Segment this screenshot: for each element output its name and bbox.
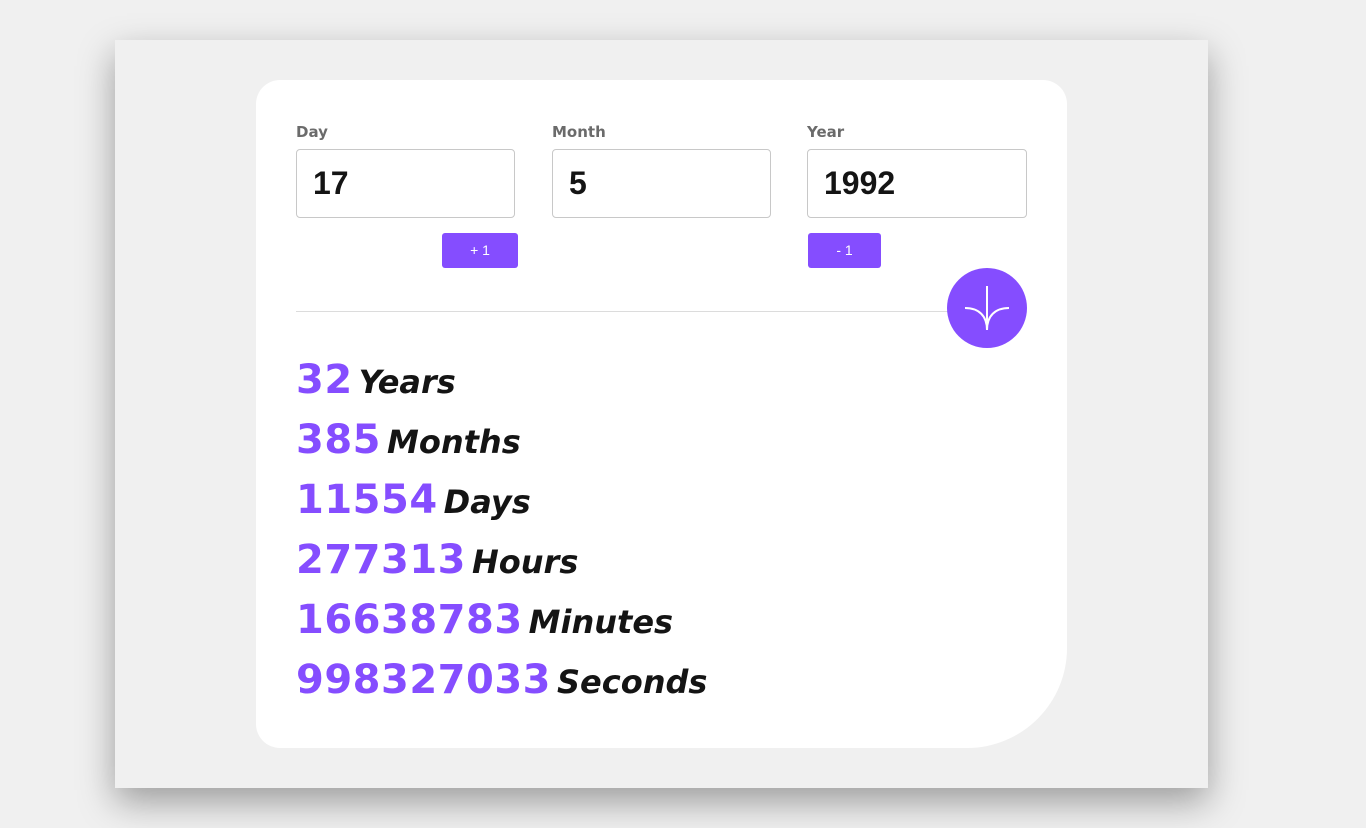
days-unit: Days	[443, 483, 531, 521]
age-calculator-card: Day Month Year + 1 Day - 1 Day 32Years 3…	[256, 80, 1067, 748]
seconds-unit: Seconds	[557, 663, 708, 701]
month-label: Month	[552, 123, 606, 141]
divider	[296, 311, 951, 312]
result-years: 32 Years	[296, 350, 707, 410]
years-value: 32	[296, 357, 353, 403]
results-list: 32 Years 385 Months 11554 Days 277313 Hours …	[296, 350, 707, 710]
year-label: Year	[807, 123, 845, 141]
year-input[interactable]	[807, 149, 1027, 218]
minus-one-day-button[interactable]: - 1 Day	[808, 233, 881, 293]
plus-one-day-button[interactable]: + 1 Day	[442, 233, 518, 293]
hours-unit: Hours	[472, 543, 579, 581]
hours-value: 277313	[296, 537, 466, 583]
result-minutes: 16638783 Minutes	[296, 590, 707, 650]
submit-button[interactable]	[947, 268, 1027, 348]
minutes-value: 16638783	[296, 597, 523, 643]
result-days: 11554 Days	[296, 470, 707, 530]
year-field: Year	[807, 122, 1027, 218]
days-value: 11554	[296, 477, 438, 523]
month-field: Month	[552, 122, 771, 218]
day-field: Day	[296, 122, 515, 218]
arrow-down-icon	[947, 268, 1027, 348]
day-input[interactable]	[296, 149, 515, 218]
months-unit: Months	[387, 423, 521, 461]
result-months: 385 Months	[296, 410, 707, 470]
result-hours: 277313 Hours	[296, 530, 707, 590]
day-label: Day	[296, 123, 328, 141]
years-unit: Years	[358, 363, 456, 401]
seconds-value: 998327033	[296, 657, 551, 703]
minutes-unit: Minutes	[528, 603, 674, 641]
month-input[interactable]	[552, 149, 771, 218]
months-value: 385	[296, 417, 381, 463]
result-seconds: 998327033 Seconds	[296, 650, 707, 710]
